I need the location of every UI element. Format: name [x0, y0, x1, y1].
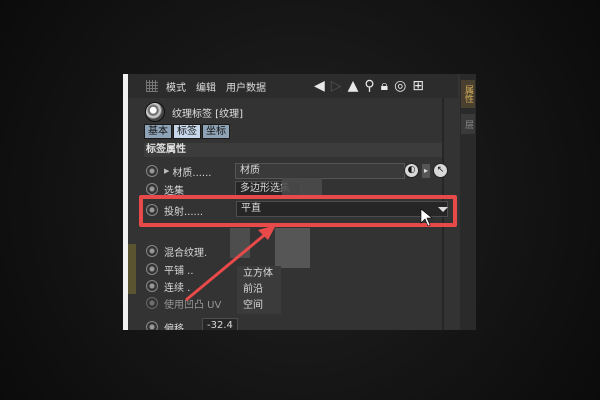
- annotation-arrow: [185, 208, 433, 302]
- mouse-cursor-icon: [420, 208, 433, 227]
- arrow-line: [185, 230, 269, 302]
